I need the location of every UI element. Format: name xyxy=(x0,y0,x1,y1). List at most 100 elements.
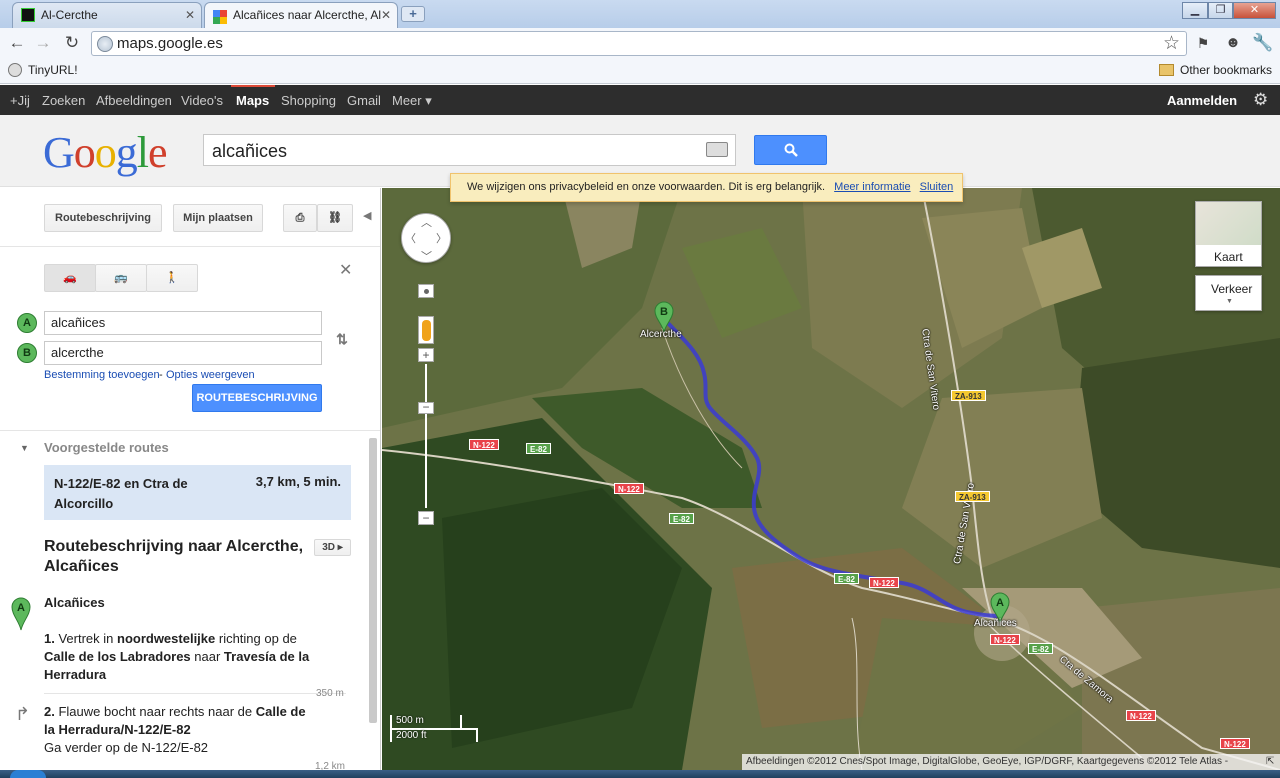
svg-text:A: A xyxy=(996,597,1004,609)
scale-imperial: 2000 ft xyxy=(396,730,427,741)
gbar-gmail[interactable]: Gmail xyxy=(347,93,381,108)
svg-text:B: B xyxy=(660,306,668,318)
map-type-label: Kaart xyxy=(1214,250,1243,264)
directions-button[interactable]: Routebeschrijving xyxy=(44,204,162,232)
satellite-map[interactable]: B Alcercthe A Alcañices Ctra de San Vite… xyxy=(382,188,1280,770)
step-2[interactable]: 2. Flauwe bocht naar rechts naar de Call… xyxy=(44,703,319,757)
search-query: alcañices xyxy=(212,141,288,161)
close-window-button[interactable]: ✕ xyxy=(1233,2,1276,19)
road-shield-e82: E-82 xyxy=(669,513,694,524)
traffic-layer-button[interactable]: Verkeer ▼ xyxy=(1195,275,1262,311)
minimize-button[interactable]: ▁ xyxy=(1182,2,1208,19)
print-icon[interactable]: ⎙ xyxy=(283,204,317,232)
divider xyxy=(44,693,346,694)
my-places-button[interactable]: Mijn plaatsen xyxy=(173,204,263,232)
gbar-plus[interactable]: +Jij xyxy=(10,93,30,108)
url-text: maps.google.es xyxy=(117,35,223,52)
link-icon[interactable]: ⛓ xyxy=(317,204,353,232)
svg-text:A: A xyxy=(17,602,25,614)
directions-panel: Routebeschrijving Mijn plaatsen ⎙ ⛓ ◀ 🚗 … xyxy=(0,188,381,778)
scale-bar: 500 m 2000 ft xyxy=(390,715,478,742)
mode-transit-icon[interactable]: 🚌 xyxy=(95,264,147,292)
gbar-images[interactable]: Afbeeldingen xyxy=(96,93,172,108)
pan-right-icon[interactable]: 〉 xyxy=(436,230,447,246)
step-1[interactable]: 1. Vertrek in noordwestelijke richting o… xyxy=(44,630,314,684)
add-destination-link[interactable]: Bestemming toevoegen xyxy=(44,369,160,381)
road-shield-n122: N-122 xyxy=(990,634,1020,645)
scale-metric: 500 m xyxy=(396,715,424,726)
get-directions-button[interactable]: ROUTEBESCHRIJVING xyxy=(192,384,322,412)
reload-icon[interactable]: ↻ xyxy=(61,32,83,54)
suggested-routes-heading: Voorgestelde routes xyxy=(44,440,169,455)
zoom-slider-thumb[interactable]: − xyxy=(418,401,434,414)
tab-close-icon[interactable]: ✕ xyxy=(185,3,195,27)
gbar-videos[interactable]: Video's xyxy=(181,93,223,108)
address-bar[interactable]: maps.google.es ☆ xyxy=(91,31,1187,56)
pan-up-icon[interactable]: ︿ xyxy=(421,214,432,230)
browser-titlebar: Al-Cercthe ✕ Alcañices naar Alcercthe, A… xyxy=(0,0,1280,28)
step-1-distance: 350 m xyxy=(316,688,344,699)
tab-al-cercthe[interactable]: Al-Cercthe ✕ xyxy=(12,2,202,28)
wrench-menu-icon[interactable]: 🔧 xyxy=(1252,32,1274,54)
back-icon[interactable]: ← xyxy=(6,32,28,54)
street-view-pegman-icon[interactable] xyxy=(418,316,434,344)
collapse-arrow-icon[interactable]: ▼ xyxy=(20,443,29,453)
cookie-extension-icon[interactable]: ☻ xyxy=(1222,32,1244,54)
divider xyxy=(0,430,380,431)
search-button[interactable] xyxy=(754,135,827,165)
close-directions-icon[interactable]: ✕ xyxy=(339,260,352,280)
pan-left-icon[interactable]: 〈 xyxy=(405,230,416,246)
origin-input[interactable]: alcañices xyxy=(44,311,322,335)
resize-corner-icon[interactable]: ⇱ xyxy=(1266,756,1274,767)
google-logo[interactable]: Google xyxy=(43,127,168,178)
globe-icon xyxy=(97,36,113,52)
gbar-shopping[interactable]: Shopping xyxy=(281,93,336,108)
keyboard-icon[interactable] xyxy=(706,142,728,157)
bookmark-tinyurl[interactable]: TinyURL! xyxy=(28,63,78,77)
zoom-out-button[interactable]: − xyxy=(418,511,434,525)
bookmarks-bar: TinyURL! Other bookmarks xyxy=(0,58,1280,84)
route-name: N-122/E-82 en Ctra de Alcorcillo xyxy=(54,476,188,511)
directions-title: Routebeschrijving naar Alcercthe, Alcañi… xyxy=(44,538,304,575)
gbar-search[interactable]: Zoeken xyxy=(42,93,85,108)
collapse-panel-icon[interactable]: ◀ xyxy=(363,209,371,222)
bear-right-icon: ↱ xyxy=(15,704,31,724)
other-bookmarks[interactable]: Other bookmarks xyxy=(1180,63,1272,77)
origin-marker-icon: A xyxy=(17,313,37,333)
gbar-maps[interactable]: Maps xyxy=(236,93,269,108)
bookmark-star-icon[interactable]: ☆ xyxy=(1163,32,1180,55)
tab-close-icon[interactable]: ✕ xyxy=(381,3,391,27)
start-button-icon[interactable] xyxy=(10,770,46,778)
pan-down-icon[interactable]: ﹀ xyxy=(421,248,432,264)
forward-icon[interactable]: → xyxy=(32,32,54,54)
maximize-button[interactable]: ❐ xyxy=(1208,2,1233,19)
start-marker-icon: A xyxy=(11,597,31,634)
map-type-button[interactable]: Kaart xyxy=(1195,201,1262,267)
road-shield-za913: ZA-913 xyxy=(951,390,986,401)
active-indicator xyxy=(231,85,275,87)
mode-car-icon[interactable]: 🚗 xyxy=(44,264,96,292)
settings-gear-icon[interactable]: ⚙ xyxy=(1253,90,1268,110)
traffic-label: Verkeer xyxy=(1211,282,1253,296)
reset-view-button[interactable] xyxy=(418,284,434,298)
zoom-slider-track[interactable] xyxy=(425,364,427,508)
view-3d-button[interactable]: 3D ▸ xyxy=(314,539,351,556)
destination-input[interactable]: alcercthe xyxy=(44,341,322,365)
suggested-route-card[interactable]: N-122/E-82 en Ctra de Alcorcillo 3,7 km,… xyxy=(44,465,351,520)
tab-google-maps[interactable]: Alcañices naar Alcercthe, Al ✕ xyxy=(204,2,398,28)
privacy-more-link[interactable]: Meer informatie xyxy=(834,181,910,193)
pan-control[interactable]: ︿ ﹀ 〈 〉 xyxy=(401,213,451,263)
show-options-link[interactable]: Opties weergeven xyxy=(166,369,255,381)
search-input[interactable]: alcañices xyxy=(203,134,736,166)
swap-icon[interactable]: ⇅ xyxy=(331,326,353,352)
mode-walk-icon[interactable]: 🚶 xyxy=(146,264,198,292)
zoom-in-button[interactable]: + xyxy=(418,348,434,362)
road-shield-e82: E-82 xyxy=(1028,643,1053,654)
sign-in-link[interactable]: Aanmelden xyxy=(1167,93,1237,108)
panel-scrollbar[interactable] xyxy=(369,438,377,723)
extension-icon[interactable]: ⚑ xyxy=(1192,32,1214,54)
new-tab-button[interactable]: + xyxy=(401,6,425,22)
road-shield-e82: E-82 xyxy=(834,573,859,584)
privacy-close-link[interactable]: Sluiten xyxy=(920,181,954,193)
gbar-more[interactable]: Meer ▾ xyxy=(392,93,432,109)
